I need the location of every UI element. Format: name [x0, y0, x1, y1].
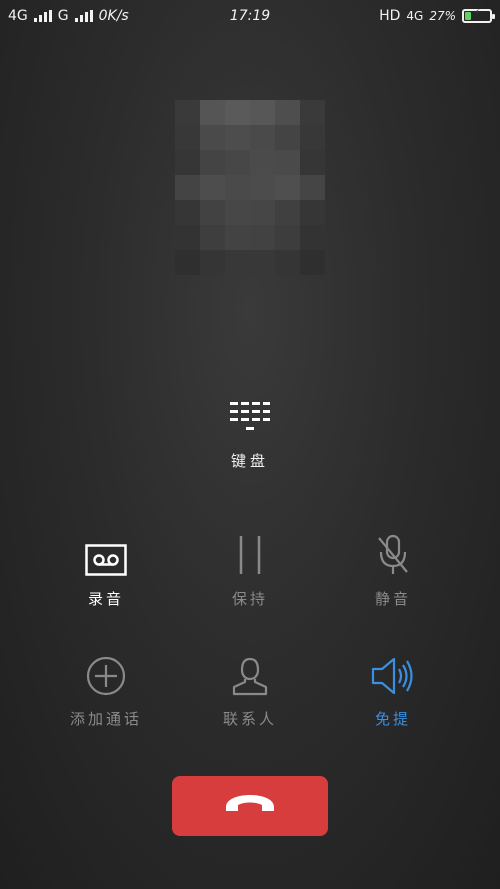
- avatar-pixel: [225, 100, 250, 125]
- avatar-pixel: [200, 225, 225, 250]
- keypad-icon: [230, 400, 270, 438]
- avatar-pixel: [200, 125, 225, 150]
- avatar-pixel: [250, 125, 275, 150]
- avatar-pixel: [175, 200, 200, 225]
- avatar-pixel: [250, 225, 275, 250]
- avatar-pixel: [200, 250, 225, 275]
- avatar-pixel: [200, 200, 225, 225]
- hd-indicator: HD: [379, 8, 401, 24]
- avatar-pixel: [225, 250, 250, 275]
- avatar-pixel: [300, 250, 325, 275]
- end-call-button[interactable]: [172, 776, 328, 836]
- avatar-pixel: [275, 200, 300, 225]
- avatar-pixel: [275, 250, 300, 275]
- speaker-label: 免提: [374, 710, 411, 728]
- add-call-label: 添加通话: [69, 710, 142, 728]
- mic-muted-icon: [323, 520, 463, 576]
- battery-icon: ⚡: [462, 8, 495, 23]
- record-cassette-icon: [36, 520, 176, 576]
- contacts-label: 联系人: [222, 710, 277, 728]
- avatar-pixel: [275, 125, 300, 150]
- plus-circle-icon: [36, 640, 176, 696]
- avatar-pixel: [250, 200, 275, 225]
- hold-button[interactable]: 保持: [180, 520, 320, 610]
- avatar-pixel: [250, 175, 275, 200]
- avatar-pixel: [175, 175, 200, 200]
- speaker-button[interactable]: 免提: [323, 640, 463, 730]
- keypad-label: 键盘: [230, 452, 269, 470]
- avatar-pixel: [275, 175, 300, 200]
- mute-button[interactable]: 静音: [323, 520, 463, 610]
- charging-bolt-icon: ⚡: [473, 8, 481, 19]
- avatar-pixel: [300, 125, 325, 150]
- avatar-pixel: [225, 200, 250, 225]
- add-call-button[interactable]: 添加通话: [36, 640, 176, 730]
- avatar-pixel: [300, 225, 325, 250]
- person-icon: [180, 640, 320, 696]
- avatar-pixel: [225, 175, 250, 200]
- pause-icon: [180, 520, 320, 576]
- contacts-button[interactable]: 联系人: [180, 640, 320, 730]
- avatar-pixel: [175, 150, 200, 175]
- avatar-pixel: [300, 200, 325, 225]
- speaker-icon: [323, 640, 463, 696]
- avatar-pixel: [200, 100, 225, 125]
- avatar-pixel: [175, 100, 200, 125]
- hold-label: 保持: [231, 590, 268, 608]
- avatar-pixel: [175, 225, 200, 250]
- hang-up-icon: [224, 793, 276, 819]
- status-right: HD 4G 27% ⚡: [379, 8, 495, 24]
- keypad-button[interactable]: 键盘: [200, 400, 300, 495]
- avatar-pixel: [175, 250, 200, 275]
- mute-label: 静音: [374, 590, 411, 608]
- avatar-pixel: [275, 150, 300, 175]
- status-bar: 4G G 0K/s 17:19 HD 4G 27% ⚡: [0, 0, 500, 34]
- avatar-pixel: [225, 150, 250, 175]
- battery-percent: 27%: [429, 9, 456, 23]
- avatar-pixel: [300, 100, 325, 125]
- caller-avatar: [175, 100, 325, 275]
- avatar-pixel: [300, 150, 325, 175]
- avatar-pixel: [225, 125, 250, 150]
- record-label: 录音: [87, 590, 124, 608]
- avatar-pixel: [250, 100, 275, 125]
- avatar-pixel: [200, 175, 225, 200]
- avatar-pixel: [250, 250, 275, 275]
- avatar-pixel: [250, 150, 275, 175]
- avatar-pixel: [300, 175, 325, 200]
- avatar-pixel: [275, 100, 300, 125]
- lte-indicator: 4G: [406, 9, 424, 23]
- avatar-pixel: [275, 225, 300, 250]
- avatar-pixel: [200, 150, 225, 175]
- record-button[interactable]: 录音: [36, 520, 176, 610]
- avatar-pixel: [225, 225, 250, 250]
- avatar-pixel: [175, 125, 200, 150]
